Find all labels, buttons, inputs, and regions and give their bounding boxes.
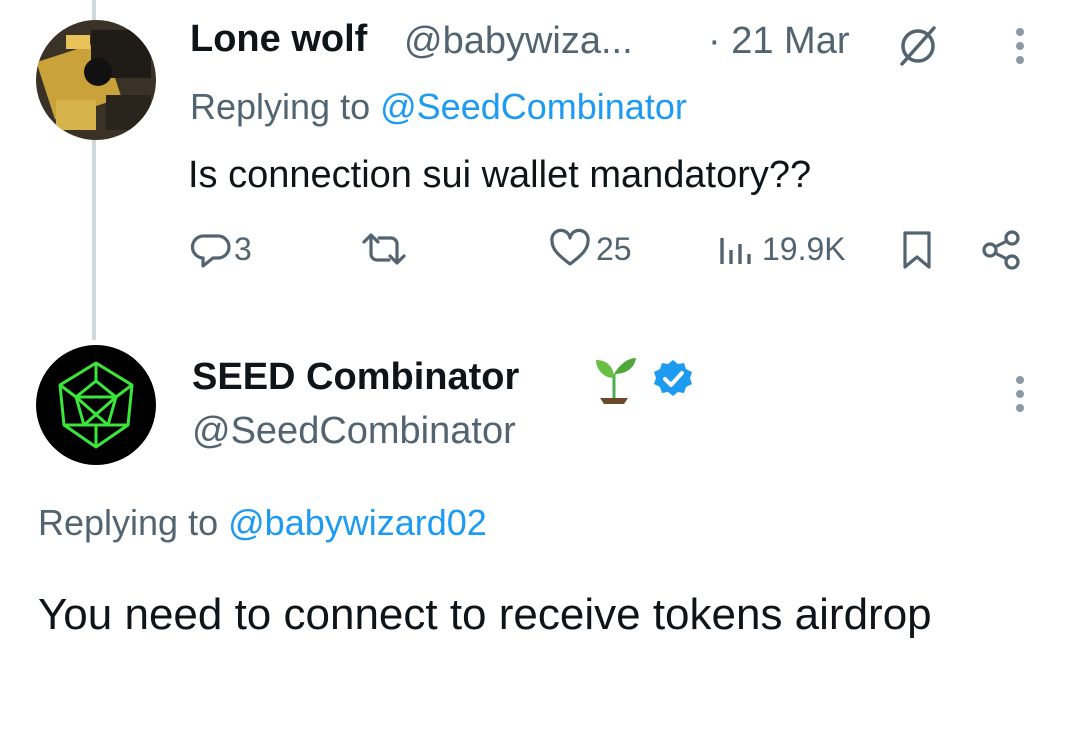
verified-badge-icon[interactable] <box>652 358 694 405</box>
like-count: 25 <box>596 230 632 267</box>
tweet2-text: You need to connect to receive tokens ai… <box>38 590 932 639</box>
tweet1-author-name[interactable]: Lone wolf <box>190 18 367 61</box>
tweet1-text: Is connection sui wallet mandatory?? <box>188 154 812 196</box>
views-button[interactable]: 19.9K <box>716 228 846 270</box>
tweet2-more-icon[interactable] <box>1015 376 1025 418</box>
lone-wolf-avatar[interactable] <box>36 20 156 140</box>
seedling-icon <box>590 352 638 409</box>
like-icon <box>550 228 590 266</box>
tweet1-author-handle[interactable]: @babywiza... <box>404 20 633 63</box>
grok-icon[interactable] <box>896 24 940 73</box>
bookmark-button[interactable] <box>898 228 936 272</box>
tweet2-author-name[interactable]: SEED Combinator <box>192 356 519 399</box>
replying-to-label: Replying to <box>190 86 371 127</box>
views-icon <box>720 238 751 264</box>
reply-button[interactable]: 3 <box>190 228 252 270</box>
share-button[interactable] <box>978 228 1024 272</box>
like-button[interactable]: 25 <box>548 228 632 270</box>
replying-to-handle-link[interactable]: @babywizard02 <box>228 502 487 543</box>
bookmark-icon <box>903 231 931 269</box>
reply-icon <box>190 234 231 268</box>
replying-to-handle-link[interactable]: @SeedCombinator <box>380 86 687 127</box>
tweet1-more-icon[interactable] <box>1015 28 1025 70</box>
share-icon <box>982 230 1020 270</box>
tweet1-replying-to: Replying to @SeedCombinator <box>190 86 687 128</box>
retweet-icon <box>362 233 406 265</box>
seed-combinator-avatar[interactable] <box>36 345 156 465</box>
retweet-button[interactable] <box>358 228 410 270</box>
reply-count: 3 <box>234 230 252 267</box>
tweet2-author-handle[interactable]: @SeedCombinator <box>192 410 516 453</box>
tweet2-replying-to: Replying to @babywizard02 <box>38 502 487 544</box>
views-count: 19.9K <box>762 230 846 267</box>
tweet1-date[interactable]: · 21 Mar <box>708 20 849 63</box>
replying-to-label: Replying to <box>38 502 219 543</box>
